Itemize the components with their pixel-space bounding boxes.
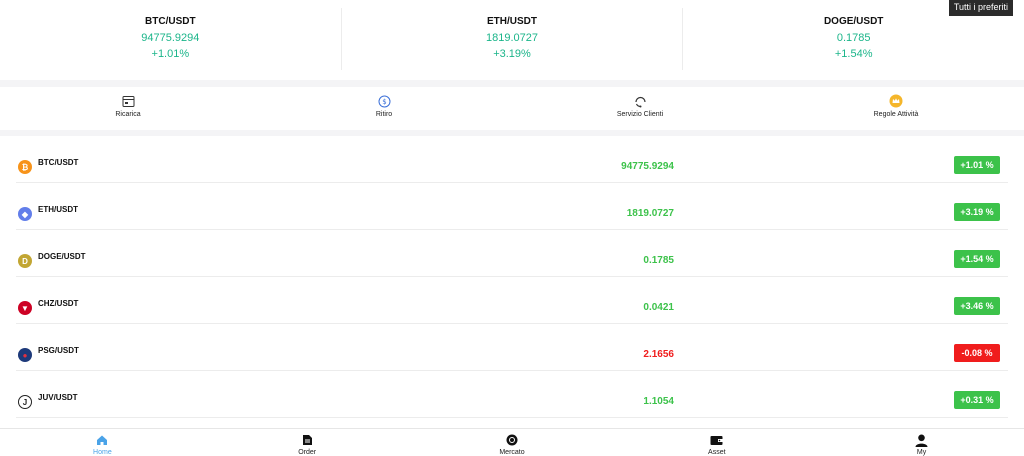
deposit-card-icon [121,94,135,108]
market-price: 1819.0727 [626,208,674,219]
ticker-price: 1819.0727 [486,32,538,44]
action-servizio-clienti[interactable]: Servizio Clienti [512,87,768,130]
market-row-psg[interactable]: ● PSG/USDT 2.1656 -0.08 % [16,324,1008,371]
action-label: Ritiro [375,111,393,118]
market-price: 1.1054 [643,396,674,407]
ticker-change: +1.01% [151,48,190,60]
ticker-price: 94775.9294 [141,32,200,44]
ticker-pair: ETH/USDT [487,16,537,27]
ticker-bar: BTC/USDT 94775.9294 +1.01% ETH/USDT 1819… [0,0,1024,80]
bitcoin-icon: ₿ [18,160,32,174]
market-price: 0.0421 [643,302,674,313]
market-disc-icon [505,433,519,447]
ticker-item-btc[interactable]: BTC/USDT 94775.9294 +1.01% [0,8,342,70]
coin-glyph: ● [22,350,28,360]
crown-icon [889,94,903,108]
market-price: 2.1656 [643,349,674,360]
nav-label: My [916,449,927,456]
coin-glyph: ▼ [21,303,29,313]
nav-order[interactable]: Order [205,429,410,456]
coin-glyph: ₿ [21,162,29,172]
chiliz-icon: ▼ [18,301,32,315]
market-pair: DOGE/USDT [38,252,86,261]
favorites-button[interactable]: Tutti i preferiti [948,0,1013,16]
juventus-icon: J [18,395,32,409]
nav-asset[interactable]: Asset [614,429,819,456]
market-row-doge[interactable]: D DOGE/USDT 0.1785 +1.54 % [16,230,1008,277]
ticker-item-doge[interactable]: DOGE/USDT 0.1785 +1.54% [683,8,1024,70]
bottom-nav: Home Order Mercato Asset My [0,428,1024,456]
change-badge[interactable]: +3.19 % [954,203,1000,221]
action-regole-attivita[interactable]: Regole Attività [768,87,1024,130]
change-badge[interactable]: +3.46 % [954,297,1000,315]
quick-actions: Ricarica $ Ritiro Servizio Clienti Regol… [0,87,1024,130]
nav-label: Order [298,449,317,456]
coin-glyph: ◆ [21,209,29,219]
market-row-chz[interactable]: ▼ CHZ/USDT 0.0421 +3.46 % [16,277,1008,324]
nav-home[interactable]: Home [0,429,205,456]
ticker-item-eth[interactable]: ETH/USDT 1819.0727 +3.19% [342,8,684,70]
nav-mercato[interactable]: Mercato [410,429,615,456]
user-icon [915,433,929,447]
nav-label: Asset [708,449,726,456]
nav-label: Home [93,449,112,456]
change-badge[interactable]: +0.31 % [954,391,1000,409]
svg-text:$: $ [382,98,386,106]
change-badge[interactable]: -0.08 % [954,344,1000,362]
market-price: 94775.9294 [621,161,674,172]
market-pair: BTC/USDT [38,158,79,167]
action-label: Servizio Clienti [616,111,664,118]
action-label: Regole Attività [873,111,919,118]
wallet-icon [710,433,724,447]
customer-service-icon [633,94,647,108]
market-pair: ETH/USDT [38,205,78,214]
market-pair: JUV/USDT [38,393,78,402]
market-list: ₿ BTC/USDT 94775.9294 +1.01 % ◆ ETH/USDT… [0,136,1024,428]
ticker-price: 0.1785 [836,32,871,44]
ticker-pair: BTC/USDT [145,16,196,27]
ticker-pair: DOGE/USDT [823,16,884,27]
nav-label: Mercato [499,449,525,456]
order-document-icon [300,433,314,447]
coin-glyph: J [22,397,28,407]
dogecoin-icon: D [18,254,32,268]
action-label: Ricarica [115,111,141,118]
market-row-eth[interactable]: ◆ ETH/USDT 1819.0727 +3.19 % [16,183,1008,230]
coin-glyph: D [22,256,28,266]
market-pair: CHZ/USDT [38,299,79,308]
market-row-btc[interactable]: ₿ BTC/USDT 94775.9294 +1.01 % [16,136,1008,183]
ticker-change: +1.54% [834,48,873,60]
action-ritiro[interactable]: $ Ritiro [256,87,512,130]
nav-my[interactable]: My [819,429,1024,456]
market-pair: PSG/USDT [38,346,79,355]
market-price: 0.1785 [643,255,674,266]
ticker-change: +3.19% [493,48,531,60]
market-row-juv[interactable]: J JUV/USDT 1.1054 +0.31 % [16,371,1008,418]
change-badge[interactable]: +1.54 % [954,250,1000,268]
psg-icon: ● [18,348,32,362]
change-badge[interactable]: +1.01 % [954,156,1000,174]
action-ricarica[interactable]: Ricarica [0,87,256,130]
ethereum-icon: ◆ [18,207,32,221]
home-icon [95,433,109,447]
withdraw-coin-icon: $ [377,94,391,108]
